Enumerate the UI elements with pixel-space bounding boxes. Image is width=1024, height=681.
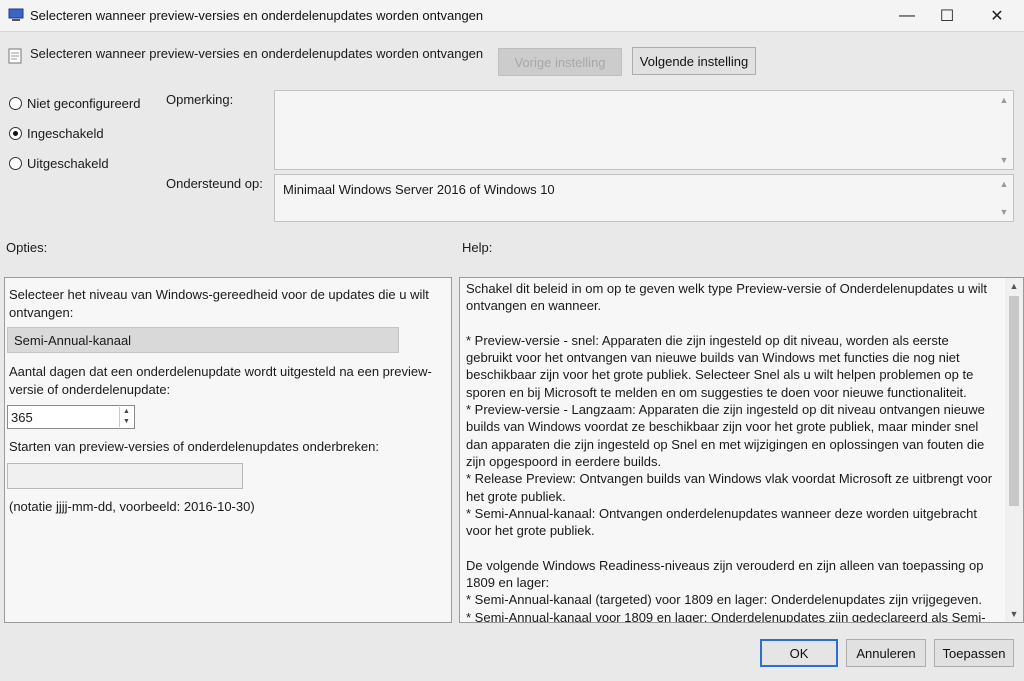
comment-textarea[interactable]: ▲ ▼: [274, 90, 1014, 170]
window-title: Selecteren wanneer preview-versies en on…: [30, 8, 484, 23]
policy-setting-icon: [8, 48, 22, 64]
supported-scrollbar[interactable]: ▲ ▼: [997, 177, 1011, 219]
title-bar: Selecteren wanneer preview-versies en on…: [0, 0, 1024, 32]
help-paragraph: * Preview-versie - snel: Apparaten die z…: [466, 332, 974, 400]
increment-icon[interactable]: ▲: [120, 407, 133, 417]
help-paragraph: [466, 315, 996, 332]
radio-circle[interactable]: [9, 97, 22, 110]
scroll-down-icon[interactable]: ▼: [997, 153, 1011, 167]
help-paragraph: Schakel dit beleid in om op te geven wel…: [466, 281, 988, 314]
next-setting-button[interactable]: Volgende instelling: [632, 47, 756, 75]
defer-days-value: 365: [11, 410, 33, 425]
pause-date-input[interactable]: [7, 463, 243, 489]
supported-field[interactable]: Minimaal Windows Server 2016 of Windows …: [274, 174, 1014, 222]
help-paragraph: * Semi-Annual-kanaal voor 1809 en lager:…: [466, 609, 986, 623]
scrollbar-thumb[interactable]: [1009, 296, 1019, 506]
radio-circle[interactable]: [9, 157, 22, 170]
radio-not-configured[interactable]: Niet geconfigureerd: [9, 96, 140, 111]
previous-setting-button[interactable]: Vorige instelling: [498, 48, 622, 76]
stepper-arrows[interactable]: ▲ ▼: [119, 407, 133, 427]
scroll-up-icon[interactable]: ▲: [997, 93, 1011, 107]
policy-name: Selecteren wanneer preview-versies en on…: [30, 46, 484, 61]
scroll-up-icon[interactable]: ▲: [997, 177, 1011, 191]
help-paragraph: * Preview-versie - Langzaam: Apparaten d…: [466, 402, 985, 469]
radio-label: Uitgeschakeld: [27, 156, 109, 171]
help-paragraph: [466, 539, 996, 556]
supported-value: Minimaal Windows Server 2016 of Windows …: [283, 182, 555, 197]
help-paragraph: * Semi-Annual-kanaal: Ontvangen onderdel…: [466, 505, 977, 539]
radio-enabled[interactable]: Ingeschakeld: [9, 126, 104, 141]
help-label: Help:: [462, 240, 493, 255]
maximize-button[interactable]: ☐: [924, 0, 970, 32]
close-button[interactable]: ✕: [974, 0, 1020, 32]
supported-label: Ondersteund op:: [166, 176, 263, 191]
help-paragraph: * Semi-Annual-kanaal (targeted) voor 180…: [466, 592, 982, 608]
defer-days-label: Aantal dagen dat een onderdelenupdate wo…: [9, 364, 432, 397]
readiness-value: Semi-Annual-kanaal: [14, 333, 132, 348]
readiness-select[interactable]: Semi-Annual-kanaal: [7, 327, 399, 353]
cancel-button[interactable]: Annuleren: [846, 639, 926, 667]
ok-button[interactable]: OK: [760, 639, 838, 667]
options-panel: Selecteer het niveau van Windows-gereedh…: [4, 277, 452, 623]
defer-days-stepper[interactable]: 365 ▲ ▼: [7, 405, 135, 429]
date-format-hint: (notatie jjjj-mm-dd, voorbeeld: 2016-10-…: [9, 499, 255, 514]
apply-button[interactable]: Toepassen: [934, 639, 1014, 667]
comment-scrollbar[interactable]: ▲ ▼: [997, 93, 1011, 167]
scroll-down-icon[interactable]: ▼: [997, 205, 1011, 219]
radio-disabled[interactable]: Uitgeschakeld: [9, 156, 109, 171]
help-paragraph: * Release Preview: Ontvangen builds van …: [466, 471, 993, 504]
readiness-label: Selecteer het niveau van Windows-gereedh…: [9, 287, 429, 320]
scroll-down-icon[interactable]: ▼: [1005, 606, 1023, 622]
help-paragraph: De volgende Windows Readiness-niveaus zi…: [466, 557, 984, 591]
options-label: Opties:: [6, 240, 48, 255]
comment-label: Opmerking:: [166, 92, 234, 107]
help-panel: Schakel dit beleid in om op te geven wel…: [459, 277, 1024, 623]
policy-window-icon: [8, 8, 24, 21]
help-text: Schakel dit beleid in om op te geven wel…: [466, 280, 996, 623]
radio-circle[interactable]: [9, 127, 22, 140]
decrement-icon[interactable]: ▼: [120, 417, 133, 427]
pause-label: Starten van preview-versies of onderdele…: [9, 439, 380, 454]
help-scrollbar[interactable]: ▲ ▼: [1005, 278, 1023, 622]
scroll-up-icon[interactable]: ▲: [1005, 278, 1023, 294]
radio-label: Ingeschakeld: [27, 126, 104, 141]
radio-label: Niet geconfigureerd: [27, 96, 141, 111]
